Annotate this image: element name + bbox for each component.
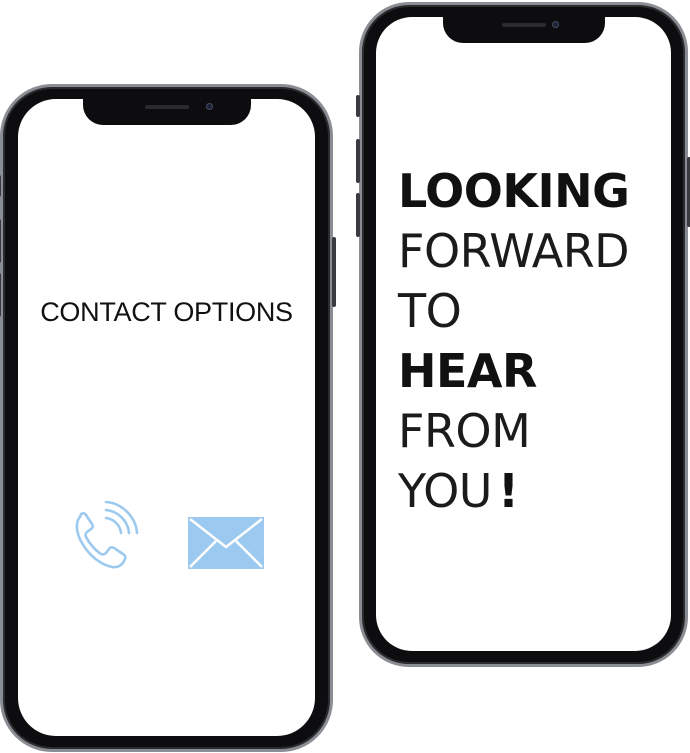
contact-icons-row bbox=[18, 500, 315, 571]
message-line-hear: HEAR bbox=[398, 344, 537, 398]
volume-down-button bbox=[356, 193, 360, 237]
power-button bbox=[332, 237, 336, 307]
message-line-to: TO bbox=[398, 284, 462, 338]
phone-call-button[interactable] bbox=[70, 500, 140, 571]
message-line-forward: FORWARD bbox=[398, 224, 630, 278]
notch bbox=[82, 99, 251, 125]
mute-switch bbox=[0, 175, 1, 197]
exclamation-mark: ! bbox=[497, 464, 519, 518]
mute-switch bbox=[356, 95, 360, 117]
front-camera bbox=[551, 21, 559, 28]
left-phone: CONTACT OPTIONS bbox=[0, 84, 336, 752]
message-line-looking: LOOKING bbox=[398, 164, 630, 218]
right-phone: LOOKING FORWARD TO HEAR FROM YOU! bbox=[356, 2, 690, 667]
earpiece-speaker bbox=[501, 23, 546, 27]
right-screen: LOOKING FORWARD TO HEAR FROM YOU! bbox=[376, 17, 671, 651]
volume-down-button bbox=[0, 273, 1, 317]
contact-options-title: CONTACT OPTIONS bbox=[40, 297, 293, 327]
message-text: LOOKING FORWARD TO HEAR FROM YOU! bbox=[398, 161, 630, 521]
email-button[interactable] bbox=[188, 517, 264, 569]
volume-up-button bbox=[0, 219, 1, 263]
front-camera bbox=[205, 103, 213, 110]
message-line-you: YOU bbox=[398, 464, 492, 518]
envelope-icon bbox=[188, 517, 264, 569]
message-line-from: FROM bbox=[398, 404, 531, 458]
message-line-you-wrapper: YOU! bbox=[398, 461, 629, 521]
notch bbox=[442, 17, 605, 43]
volume-up-button bbox=[356, 139, 360, 183]
left-screen: CONTACT OPTIONS bbox=[18, 99, 315, 736]
earpiece-speaker bbox=[144, 105, 189, 109]
phone-call-icon bbox=[75, 500, 139, 569]
